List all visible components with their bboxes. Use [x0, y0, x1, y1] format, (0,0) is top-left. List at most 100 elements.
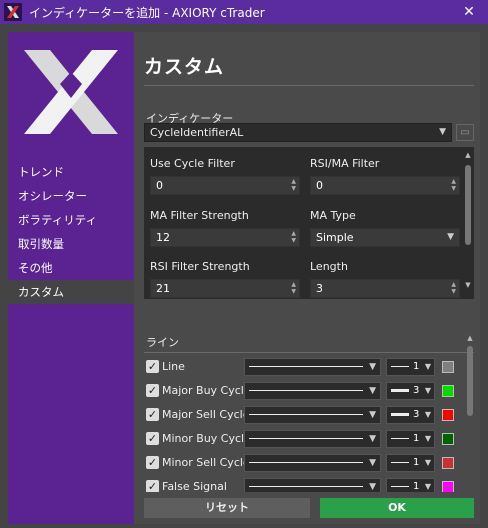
parameters-panel: Use Cycle Filter 0 ▲ ▼ RSI/MA Filter 0 ▲ ▼…	[144, 147, 474, 299]
param-ma-type: MA Type Simple ▼	[310, 209, 460, 247]
line-row: ✓ Minor Buy Cycle ▼ 1 ▼	[146, 429, 466, 449]
chevron-down-icon: ▼	[424, 386, 431, 395]
sidebar-item-oscillator[interactable]: オシレーター	[8, 184, 134, 208]
params-scrollbar[interactable]: ▲ ▼	[464, 151, 472, 297]
ma-filter-strength-input[interactable]: 12 ▲ ▼	[150, 228, 300, 247]
line-visible-checkbox[interactable]: ✓	[146, 408, 159, 421]
line-color-swatch[interactable]	[442, 433, 454, 445]
thickness-value: 1	[413, 361, 420, 372]
spinner-icon[interactable]: ▲ ▼	[451, 178, 456, 192]
sidebar-item-label: 取引数量	[18, 237, 64, 251]
param-rsi-ma-filter: RSI/MA Filter 0 ▲ ▼	[310, 157, 460, 195]
param-length: Length 3 ▲ ▼	[310, 260, 460, 298]
titlebar: インディケーターを追加 - AXIORY cTrader ✕	[0, 0, 488, 24]
sidebar-item-other[interactable]: その他	[8, 256, 134, 280]
spinner-icon[interactable]: ▲ ▼	[451, 281, 456, 295]
chevron-down-icon: ▼	[369, 434, 376, 444]
spinner-icon[interactable]: ▲ ▼	[291, 178, 296, 192]
use-cycle-filter-input[interactable]: 0 ▲ ▼	[150, 176, 300, 195]
line-name: Major Sell Cycle	[162, 408, 250, 421]
line-color-swatch[interactable]	[442, 385, 454, 397]
chevron-down-icon: ▼	[439, 127, 446, 137]
param-label: RSI Filter Strength	[150, 260, 250, 273]
category-nav: トレンド オシレーター ボラティリティ 取引数量 その他 カスタム	[8, 160, 134, 304]
line-name: Major Buy Cycle	[162, 384, 251, 397]
sidebar: トレンド オシレーター ボラティリティ 取引数量 その他 カスタム	[8, 32, 134, 524]
line-style-select[interactable]: ▼	[244, 430, 381, 448]
line-thickness-select[interactable]: 1 ▼	[386, 358, 435, 376]
length-input[interactable]: 3 ▲ ▼	[310, 279, 460, 298]
solid-line-icon	[249, 366, 363, 367]
close-icon[interactable]: ✕	[460, 3, 478, 21]
thickness-line-icon	[391, 462, 409, 463]
sidebar-item-custom[interactable]: カスタム	[8, 280, 134, 304]
sidebar-item-trend[interactable]: トレンド	[8, 160, 134, 184]
solid-line-icon	[249, 414, 363, 415]
chevron-down-icon: ▼	[369, 410, 376, 420]
line-name: Line	[162, 360, 185, 373]
line-visible-checkbox[interactable]: ✓	[146, 360, 159, 373]
param-value: 21	[156, 282, 170, 295]
line-visible-checkbox[interactable]: ✓	[146, 432, 159, 445]
line-style-select[interactable]: ▼	[244, 454, 381, 472]
param-ma-filter-strength: MA Filter Strength 12 ▲ ▼	[150, 209, 300, 247]
line-style-select[interactable]: ▼	[244, 406, 381, 424]
param-use-cycle-filter: Use Cycle Filter 0 ▲ ▼	[150, 157, 300, 195]
sidebar-item-volume[interactable]: 取引数量	[8, 232, 134, 256]
solid-line-icon	[249, 486, 363, 487]
param-label: Use Cycle Filter	[150, 157, 235, 170]
line-thickness-select[interactable]: 1 ▼	[386, 430, 435, 448]
scroll-thumb[interactable]	[465, 165, 471, 245]
indicator-select[interactable]: CycleIdentifierAL ▼	[144, 123, 452, 142]
solid-line-icon	[249, 462, 363, 463]
video-icon[interactable]: ▭	[456, 124, 474, 141]
scroll-thumb[interactable]	[467, 346, 473, 416]
chevron-down-icon: ▼	[369, 386, 376, 396]
sidebar-item-label: カスタム	[18, 285, 64, 299]
spinner-icon[interactable]: ▲ ▼	[291, 281, 296, 295]
line-color-swatch[interactable]	[442, 409, 454, 421]
spinner-icon[interactable]: ▲ ▼	[291, 230, 296, 244]
thickness-line-icon	[391, 486, 409, 487]
line-style-select[interactable]: ▼	[244, 358, 381, 376]
ok-button[interactable]: OK	[320, 498, 474, 518]
thickness-value: 3	[413, 385, 420, 396]
param-label: MA Type	[310, 209, 356, 222]
lines-scrollbar[interactable]: ▲	[466, 334, 474, 494]
thickness-value: 1	[413, 433, 420, 444]
scroll-up-icon[interactable]: ▲	[466, 334, 474, 342]
line-visible-checkbox[interactable]: ✓	[146, 384, 159, 397]
sidebar-item-volatility[interactable]: ボラティリティ	[8, 208, 134, 232]
ma-type-select[interactable]: Simple ▼	[310, 228, 460, 247]
line-style-select[interactable]: ▼	[244, 382, 381, 400]
param-label: RSI/MA Filter	[310, 157, 380, 170]
reset-button[interactable]: リセット	[144, 498, 310, 518]
line-color-swatch[interactable]	[442, 361, 454, 373]
thickness-value: 3	[413, 409, 420, 420]
chevron-down-icon: ▼	[424, 410, 431, 419]
param-value: Simple	[316, 231, 354, 244]
indicator-select-value: CycleIdentifierAL	[150, 126, 244, 139]
scroll-up-icon[interactable]: ▲	[464, 151, 472, 159]
line-thickness-select[interactable]: 3 ▼	[386, 406, 435, 424]
param-label: MA Filter Strength	[150, 209, 249, 222]
rsi-ma-filter-input[interactable]: 0 ▲ ▼	[310, 176, 460, 195]
rsi-filter-strength-input[interactable]: 21 ▲ ▼	[150, 279, 300, 298]
chevron-down-icon: ▼	[424, 362, 431, 371]
line-thickness-select[interactable]: 1 ▼	[386, 454, 435, 472]
scroll-down-icon[interactable]: ▼	[464, 281, 472, 289]
line-thickness-select[interactable]: 3 ▼	[386, 382, 435, 400]
line-row: ✓ Minor Sell Cycle ▼ 1 ▼	[146, 453, 466, 473]
sidebar-item-label: トレンド	[18, 165, 64, 179]
line-name: Minor Sell Cycle	[162, 456, 250, 469]
param-label: Length	[310, 260, 348, 273]
window-title: インディケーターを追加 - AXIORY cTrader	[29, 5, 265, 20]
solid-line-icon	[249, 390, 363, 391]
page-title: カスタム	[144, 56, 225, 78]
line-color-swatch[interactable]	[442, 457, 454, 469]
param-value: 0	[156, 179, 163, 192]
line-visible-checkbox[interactable]: ✓	[146, 456, 159, 469]
param-value: 0	[316, 179, 323, 192]
dialog-footer: リセット OK	[134, 492, 480, 524]
thickness-line-icon	[391, 413, 409, 416]
